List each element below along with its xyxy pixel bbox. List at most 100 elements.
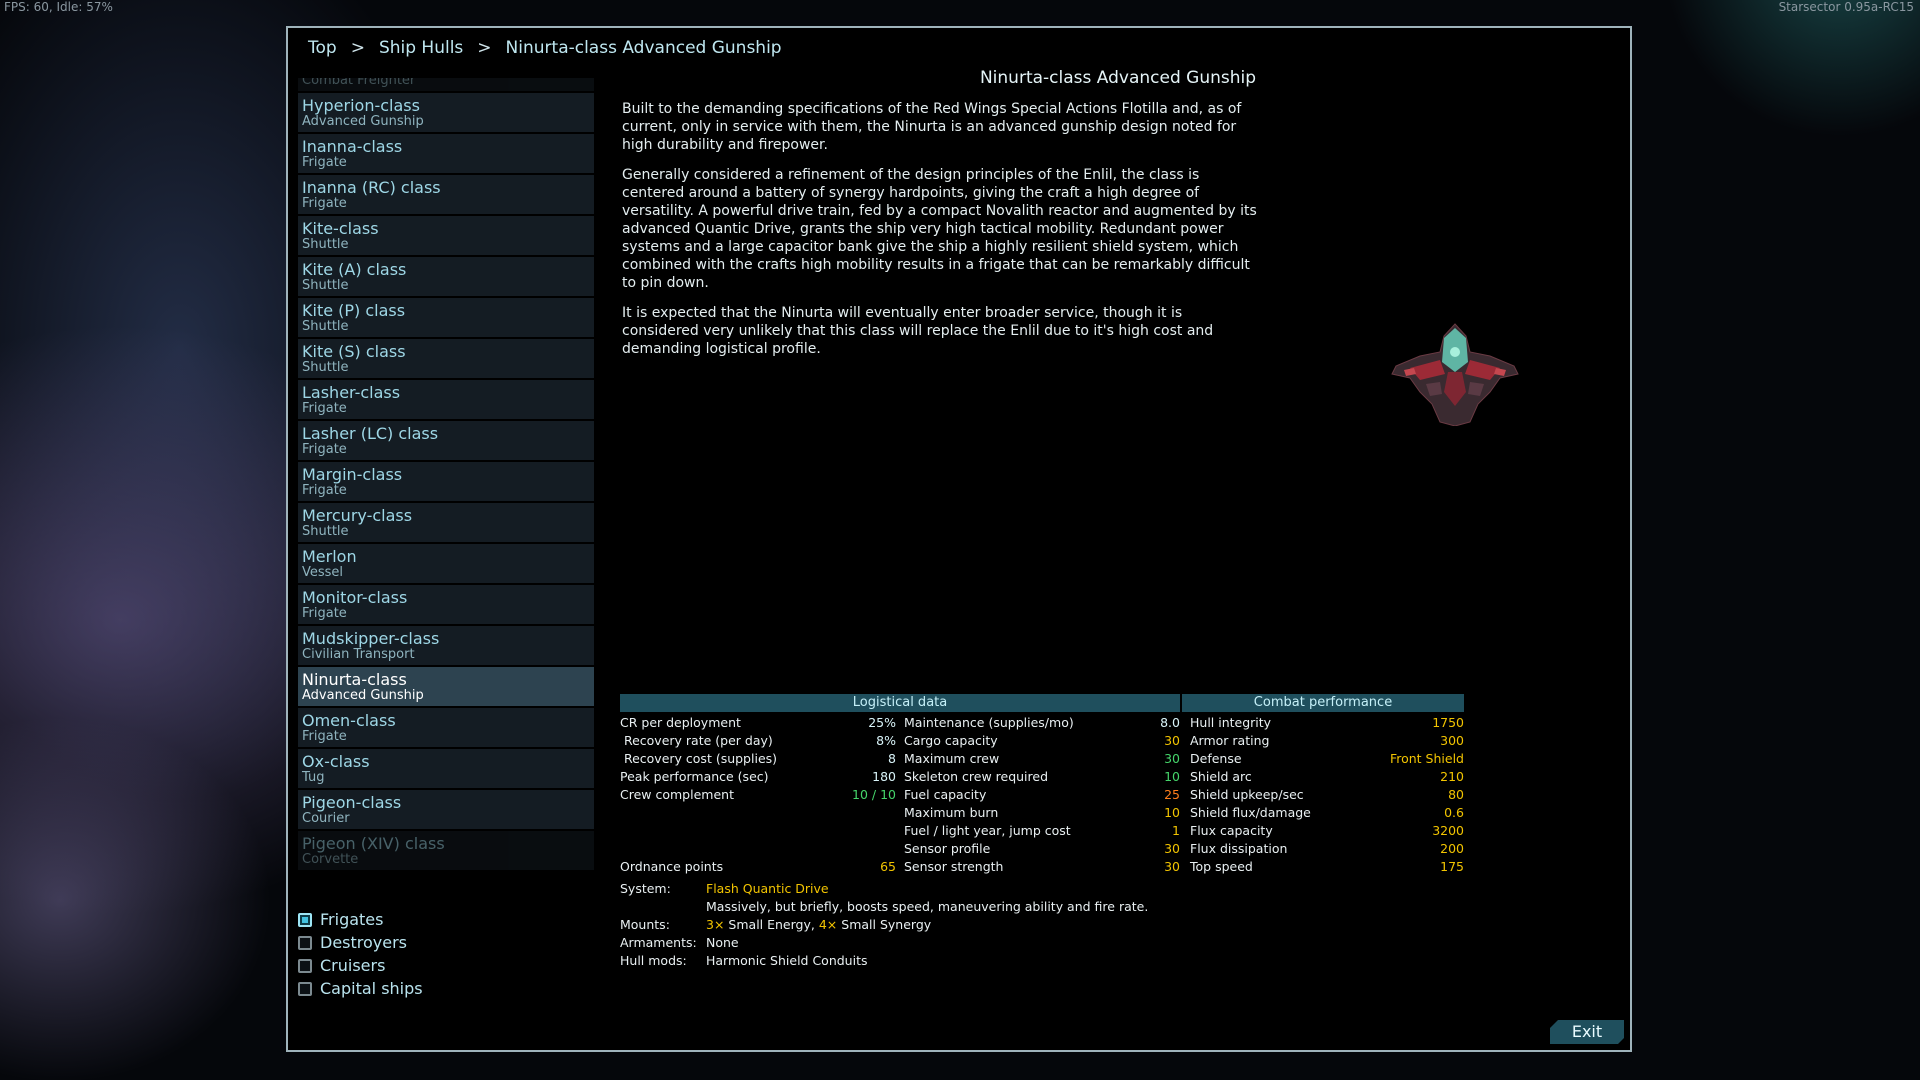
stat-row: Flux dissipation 200 [1190,840,1464,858]
hull-designation: Shuttle [302,237,349,252]
filter-destroyers[interactable]: Destroyers [298,931,423,954]
version-label: Starsector 0.95a-RC15 [1778,0,1914,14]
system-label: System: [620,881,671,896]
list-item[interactable]: Hyperion-class Advanced Gunship [298,93,594,132]
hull-name: Pigeon (XIV) class [302,834,445,853]
list-item[interactable]: Merlon Vessel [298,544,594,583]
list-item[interactable]: Margin-class Frigate [298,462,594,501]
hull-designation: Shuttle [302,524,349,539]
hull-name: Mudskipper-class [302,629,440,648]
breadcrumb-separator: > [350,38,365,58]
stat-value: 200 [1440,841,1464,856]
stat-value: 10 / 10 [852,787,896,802]
stat-row: Sensor strength 30 [904,858,1180,876]
filter-cruisers[interactable]: Cruisers [298,954,423,977]
filter-frigates[interactable]: Frigates [298,908,423,931]
mounts-label: Mounts: [620,917,670,932]
combat-column: Hull integrity 1750 Armor rating 300 Defense… [1190,714,1464,876]
hull-name: Inanna-class [302,137,403,156]
list-item[interactable]: Pigeon-class Courier [298,790,594,829]
breadcrumb-ship-hulls[interactable]: Ship Hulls [379,38,463,58]
hull-designation: Combat Freighter [302,78,416,88]
stat-row: Recovery cost (supplies) 8 [620,750,896,768]
list-item[interactable]: Lasher (LC) class Frigate [298,421,594,460]
stat-row: Shield flux/damage 0.6 [1190,804,1464,822]
stat-label: Fuel / light year, jump cost [904,823,1071,838]
list-item[interactable]: Kite-class Shuttle [298,216,594,255]
stat-row: Sensor profile 30 [904,840,1180,858]
checkbox[interactable] [298,935,312,950]
breadcrumb-top[interactable]: Top [308,38,337,58]
breadcrumb: Top > Ship Hulls > Ninurta-class Advance… [308,38,782,58]
list-item[interactable]: Ninurta-class Advanced Gunship [298,667,594,706]
checkbox[interactable] [298,912,312,927]
logistics-column-1: CR per deployment 25% Recovery rate (per … [620,714,896,876]
stat-value: 25 [1164,787,1180,802]
list-item[interactable]: Monitor-class Frigate [298,585,594,624]
hull-name: Ninurta-class [302,670,407,689]
stat-label: Hull integrity [1190,715,1272,730]
list-item[interactable]: Kite (S) class Shuttle [298,339,594,378]
breadcrumb-current[interactable]: Ninurta-class Advanced Gunship [506,38,782,58]
checkbox[interactable] [298,981,312,996]
list-item[interactable]: Ox-class Tug [298,749,594,788]
mount-count: 3× [706,917,725,932]
hull-name: Merlon [302,547,357,566]
stat-row [620,840,896,858]
hull-designation: Frigate [302,606,347,621]
stat-row: Recovery rate (per day) 8% [620,732,896,750]
hull-designation: Frigate [302,155,347,170]
stat-value: 8% [876,733,896,748]
stat-row: Fuel / light year, jump cost 1 [904,822,1180,840]
hull-name: Ox-class [302,752,370,771]
stat-value: 10 [1164,769,1180,784]
stat-row [620,804,896,822]
filter-label: Cruisers [320,956,386,975]
list-item[interactable]: Pigeon (XIV) class Corvette [298,831,594,870]
stat-value: 1 [1172,823,1180,838]
hull-designation: Shuttle [302,278,349,293]
list-item[interactable]: Inanna-class Frigate [298,134,594,173]
stat-label: CR per deployment [620,715,741,730]
stat-row: Crew complement 10 / 10 [620,786,896,804]
description-paragraph: Built to the demanding specifications of… [622,101,1242,153]
stat-row: Maximum burn 10 [904,804,1180,822]
ship-system-name: Flash Quantic Drive [706,881,829,896]
filter-label: Frigates [320,910,384,929]
hull-designation: Frigate [302,442,347,457]
exit-button[interactable]: Exit [1550,1020,1624,1044]
stat-value: 30 [1164,841,1180,856]
checkbox[interactable] [298,958,312,973]
stat-row: Top speed 175 [1190,858,1464,876]
list-item[interactable]: Omen-class Frigate [298,708,594,747]
stat-label: Flux dissipation [1190,841,1288,856]
hull-designation: Courier [302,811,350,826]
stat-value: 8.0 [1160,715,1180,730]
list-item[interactable]: Hound (P) classCombat Freighter [298,78,594,91]
stat-value: 30 [1164,751,1180,766]
list-item[interactable]: Kite (P) class Shuttle [298,298,594,337]
hull-name: Hyperion-class [302,96,420,115]
hull-name: Margin-class [302,465,403,484]
hull-designation: Civilian Transport [302,647,415,662]
hull-name: Inanna (RC) class [302,178,441,197]
list-item[interactable]: Mudskipper-class Civilian Transport [298,626,594,665]
stat-row: Maintenance (supplies/mo) 8.0 [904,714,1180,732]
hull-name: Kite (S) class [302,342,406,361]
hull-name: Kite (A) class [302,260,407,279]
stat-row: Fuel capacity 25 [904,786,1180,804]
filter-capital-ships[interactable]: Capital ships [298,977,423,1000]
stat-label: Armor rating [1190,733,1270,748]
list-item[interactable]: Lasher-class Frigate [298,380,594,419]
stat-row: Hull integrity 1750 [1190,714,1464,732]
list-item[interactable]: Mercury-class Shuttle [298,503,594,542]
armaments-value: None [706,935,739,950]
stat-row: Shield upkeep/sec 80 [1190,786,1464,804]
filter-label: Capital ships [320,979,423,998]
list-item[interactable]: Kite (A) class Shuttle [298,257,594,296]
stat-row: Cargo capacity 30 [904,732,1180,750]
ship-stats-tables: Logistical data Combat performance CR pe… [620,694,1464,876]
ship-hull-list[interactable]: Hound (P) classCombat Freighter Hyperion-… [298,78,594,898]
list-item[interactable]: Inanna (RC) class Frigate [298,175,594,214]
stat-value: 180 [872,769,896,784]
